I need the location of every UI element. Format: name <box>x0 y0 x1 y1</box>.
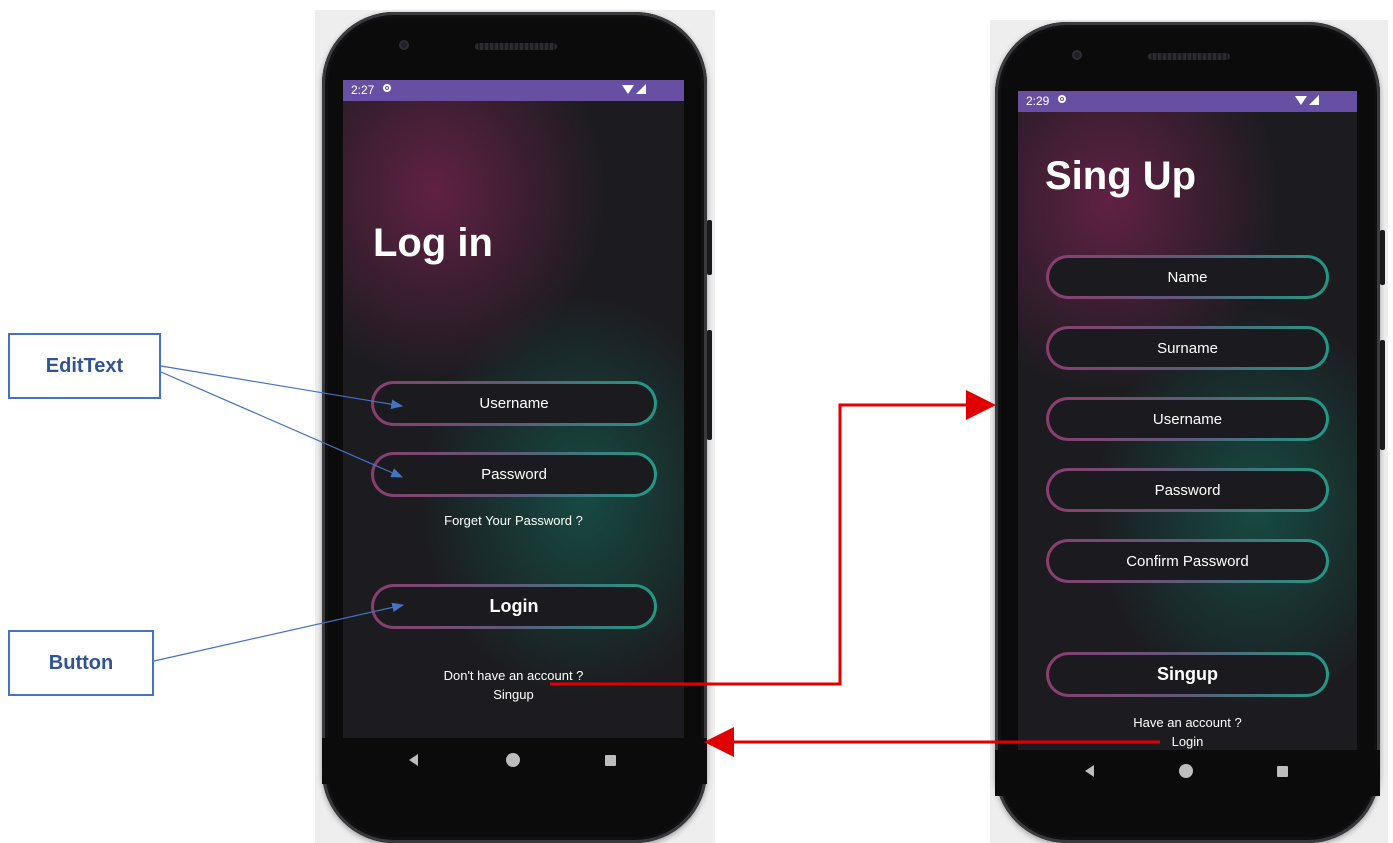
edittext-arrow-password <box>160 371 404 478</box>
annotation-arrows <box>153 365 1160 757</box>
edittext-arrow-username <box>160 365 404 409</box>
flow-arrow-to-signup <box>550 390 996 686</box>
button-arrow-login <box>153 602 405 662</box>
